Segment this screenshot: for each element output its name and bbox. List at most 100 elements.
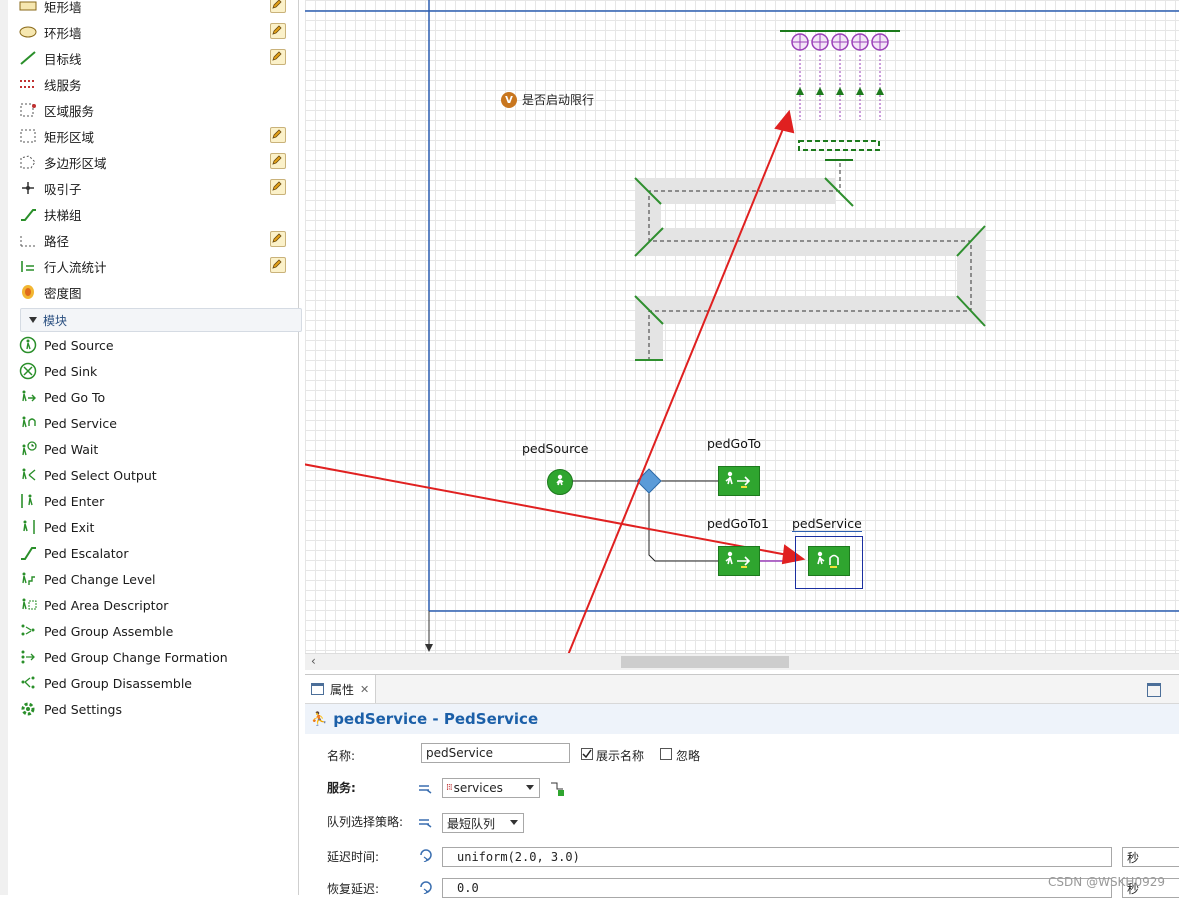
palette-block-ped-go-to[interactable]: Ped Go To [16,385,298,409]
static-value-icon[interactable] [418,783,432,795]
palette-item-label: 目标线 [44,51,82,67]
scroll-thumb[interactable] [621,656,789,668]
palette-item-ring-wall[interactable]: 环形墙 [16,20,298,44]
palette-block-ped-select-output[interactable]: Ped Select Output [16,463,298,487]
recovery-field[interactable]: 0.0 [442,878,1112,898]
palette-block-ped-change-level[interactable]: Ped Change Level [16,567,298,591]
variable-badge-icon[interactable]: V [501,92,517,108]
palette-block-ped-enter[interactable]: Ped Enter [16,489,298,513]
pencil-icon[interactable] [270,127,286,143]
ring-wall-icon [18,23,38,41]
close-tab-icon[interactable]: ✕ [360,683,369,696]
palette-block-ped-group-assemble[interactable]: Ped Group Assemble [16,619,298,643]
palette-block-ped-escalator[interactable]: Ped Escalator [16,541,298,565]
palette-item-label: 环形墙 [44,25,82,41]
palette-section-header[interactable]: 模块 [20,308,302,332]
static-value-icon[interactable] [418,817,432,829]
palette-item-attractor[interactable]: 吸引子 [16,176,298,200]
flow-connectors [567,480,720,562]
pencil-icon[interactable] [270,0,286,13]
palette-item-ped-flow-stats[interactable]: 行人流统计 [16,254,298,278]
pencil-icon[interactable] [270,49,286,65]
properties-panel: 属性 ✕ ⛹ pedService - PedService 名称: pedSe… [305,674,1179,898]
palette-block-ped-group-disassemble[interactable]: Ped Group Disassemble [16,671,298,695]
palette-item-density-map[interactable]: 密度图 [16,280,298,304]
pencil-icon[interactable] [270,153,286,169]
palette-block-ped-settings[interactable]: Ped Settings [16,697,298,721]
palette-item-label: 矩形区域 [44,129,95,145]
palette-item-label: 吸引子 [44,181,82,197]
show-name-checkbox[interactable] [581,748,593,760]
queue-policy-select[interactable]: 最短队列 [442,813,524,833]
palette-item-rect-wall[interactable]: 矩形墙 [16,0,298,18]
maximize-view-icon[interactable] [1147,683,1161,697]
service-select[interactable]: ⁞⁝⁞ services [442,778,540,798]
queue-policy-value: 最短队列 [447,816,496,831]
ped-go-to-block[interactable] [718,466,760,496]
palette-block-ped-exit[interactable]: Ped Exit [16,515,298,539]
dynamic-value-icon[interactable] [418,848,434,862]
palette-item-escalator-group[interactable]: 扶梯组 [16,202,298,226]
line-service-icon [18,75,38,93]
ped-group-disassemble-icon [18,674,38,692]
palette-item-polygon-area[interactable]: 多边形区域 [16,150,298,174]
palette-block-ped-area-descriptor[interactable]: Ped Area Descriptor [16,593,298,617]
density-map-icon [18,283,38,301]
ignore-label: 忽略 [676,749,701,763]
chevron-down-icon [510,820,518,825]
scroll-left-icon[interactable]: ‹ [311,654,316,668]
palette-item-rect-area[interactable]: 矩形区域 [16,124,298,148]
variable-label[interactable]: 是否启动限行 [522,91,594,108]
palette-item-path[interactable]: 路径 [16,228,298,252]
palette-block-ped-sink[interactable]: Ped Sink [16,359,298,383]
ped-service-block[interactable] [808,546,850,576]
collapse-triangle-icon[interactable] [29,317,37,323]
pencil-icon[interactable] [270,231,286,247]
tab-properties[interactable]: 属性 ✕ [305,675,376,703]
select-on-canvas-icon[interactable] [549,781,565,797]
palette-block-ped-source[interactable]: Ped Source [16,333,298,357]
ped-escalator-icon [18,544,38,562]
name-label: 名称: [327,749,356,763]
ped-sink-icon [18,362,38,380]
palette-item-label: 扶梯组 [44,207,82,223]
palette-block-label: Ped Change Level [44,571,156,587]
rect-wall-icon [18,0,38,15]
graphical-editor-canvas[interactable]: V 是否启动限行 pedSource pedGoTo pedGoTo1 pedS… [305,0,1179,655]
queue-arrows [796,87,884,95]
area-service-icon [18,101,38,119]
service-select-icon: ⁞⁝⁞ [446,783,453,793]
canvas-horizontal-scrollbar[interactable]: ‹ [305,653,1179,670]
palette-item-area-service[interactable]: 区域服务 [16,98,298,122]
pencil-icon[interactable] [270,257,286,273]
properties-tab-bar: 属性 ✕ [305,675,1179,704]
ignore-checkbox[interactable] [660,748,672,760]
palette-block-ped-wait[interactable]: Ped Wait [16,437,298,461]
ped-go-to-label: pedGoTo [707,436,762,451]
ped-go-to-1-label: pedGoTo1 [707,516,770,531]
watermark: CSDN @WSKH0929 [1048,875,1165,889]
delay-field[interactable]: uniform(2.0, 3.0) [442,847,1112,867]
palette-block-ped-group-change-formation[interactable]: Ped Group Change Formation [16,645,298,669]
ped-flow-stats-icon [18,257,38,275]
ped-source-block[interactable] [547,469,573,495]
ped-select-output-icon [18,466,38,484]
palette-item-label: 矩形墙 [44,0,82,15]
palette-item-label: 路径 [44,233,70,249]
palette-block-label: Ped Group Change Formation [44,649,228,665]
palette-item-line-service[interactable]: 线服务 [16,72,298,96]
path-icon [18,231,38,249]
serpentine-corners [634,177,986,361]
service-label: 服务: [327,781,356,795]
name-field[interactable]: pedService [421,743,570,763]
palette-block-label: Ped Sink [44,363,98,379]
properties-title: pedService - PedService [333,710,539,728]
pencil-icon[interactable] [270,23,286,39]
pencil-icon[interactable] [270,179,286,195]
delay-unit-select[interactable]: 秒 [1122,847,1179,867]
dynamic-value-icon[interactable] [418,880,434,894]
palette-block-ped-service[interactable]: Ped Service [16,411,298,435]
palette-item-target-line[interactable]: 目标线 [16,46,298,70]
ped-go-to-1-block[interactable] [718,546,760,576]
attractor-icon [18,179,38,197]
